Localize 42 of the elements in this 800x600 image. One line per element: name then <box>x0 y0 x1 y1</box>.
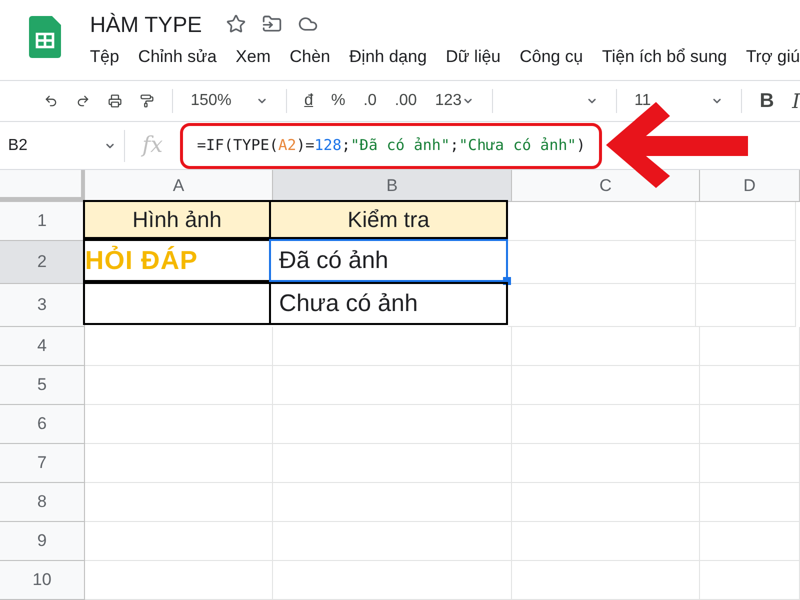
zoom-dropdown[interactable]: 150% <box>190 89 268 113</box>
row-header[interactable]: 3 <box>0 284 85 327</box>
menu-item[interactable]: Tệp <box>90 44 120 70</box>
row-header[interactable]: 5 <box>0 366 85 405</box>
italic-button[interactable]: I <box>792 86 800 116</box>
menu-item[interactable]: Xem <box>236 44 271 70</box>
increase-decimal-button[interactable]: .00 <box>394 89 417 113</box>
header-cell: Hình ảnh <box>83 200 271 239</box>
menu-item[interactable]: Công cụ <box>520 44 583 70</box>
decrease-decimal-button[interactable]: .0 <box>363 89 377 113</box>
menu-item[interactable]: Tiện ích bổ sung <box>602 44 728 70</box>
column-header[interactable]: B <box>273 170 512 201</box>
currency-button[interactable]: đ <box>304 89 314 113</box>
logo-image: HỎI ĐÁP <box>85 244 198 277</box>
document-title[interactable]: HÀM TYPE <box>90 8 202 40</box>
row-header[interactable]: 8 <box>0 483 85 522</box>
menu-item[interactable]: Dữ liệu <box>446 44 501 70</box>
format-dropdown[interactable]: 123 <box>434 89 474 113</box>
fx-label: fx <box>140 132 164 160</box>
row-header[interactable]: 1 <box>0 202 85 241</box>
formula-input[interactable]: =IF(TYPE(A2)=128;"Đã có ảnh";"Chưa có ảnh") <box>180 122 602 168</box>
row-header[interactable]: 10 <box>0 561 85 600</box>
percent-button[interactable]: % <box>331 89 346 113</box>
menu-item[interactable]: Định dạng <box>349 44 427 70</box>
star-icon[interactable] <box>226 14 246 34</box>
menu-item[interactable]: Chỉnh sửa <box>138 44 217 70</box>
row-header[interactable]: 6 <box>0 405 85 444</box>
bold-button[interactable]: B <box>760 86 774 116</box>
row-header[interactable]: 7 <box>0 444 85 483</box>
column-header[interactable]: D <box>700 170 800 201</box>
table-cell: Chưa có ảnh <box>269 282 508 325</box>
font-size-dropdown[interactable]: 11 <box>634 89 723 113</box>
row-header[interactable]: 2 <box>0 241 85 284</box>
menu-item[interactable]: Chèn <box>290 44 330 70</box>
header-cell: Kiểm tra <box>269 200 508 239</box>
spreadsheet-logo-icon[interactable] <box>28 16 61 58</box>
row-header[interactable]: 9 <box>0 522 85 561</box>
row-header[interactable]: 4 <box>0 327 85 366</box>
menu-item[interactable]: Trợ giú <box>746 44 800 70</box>
name-box[interactable]: B2 <box>0 130 125 162</box>
folder-icon[interactable] <box>262 14 282 34</box>
table-cell: Đã có ảnh <box>269 239 508 282</box>
